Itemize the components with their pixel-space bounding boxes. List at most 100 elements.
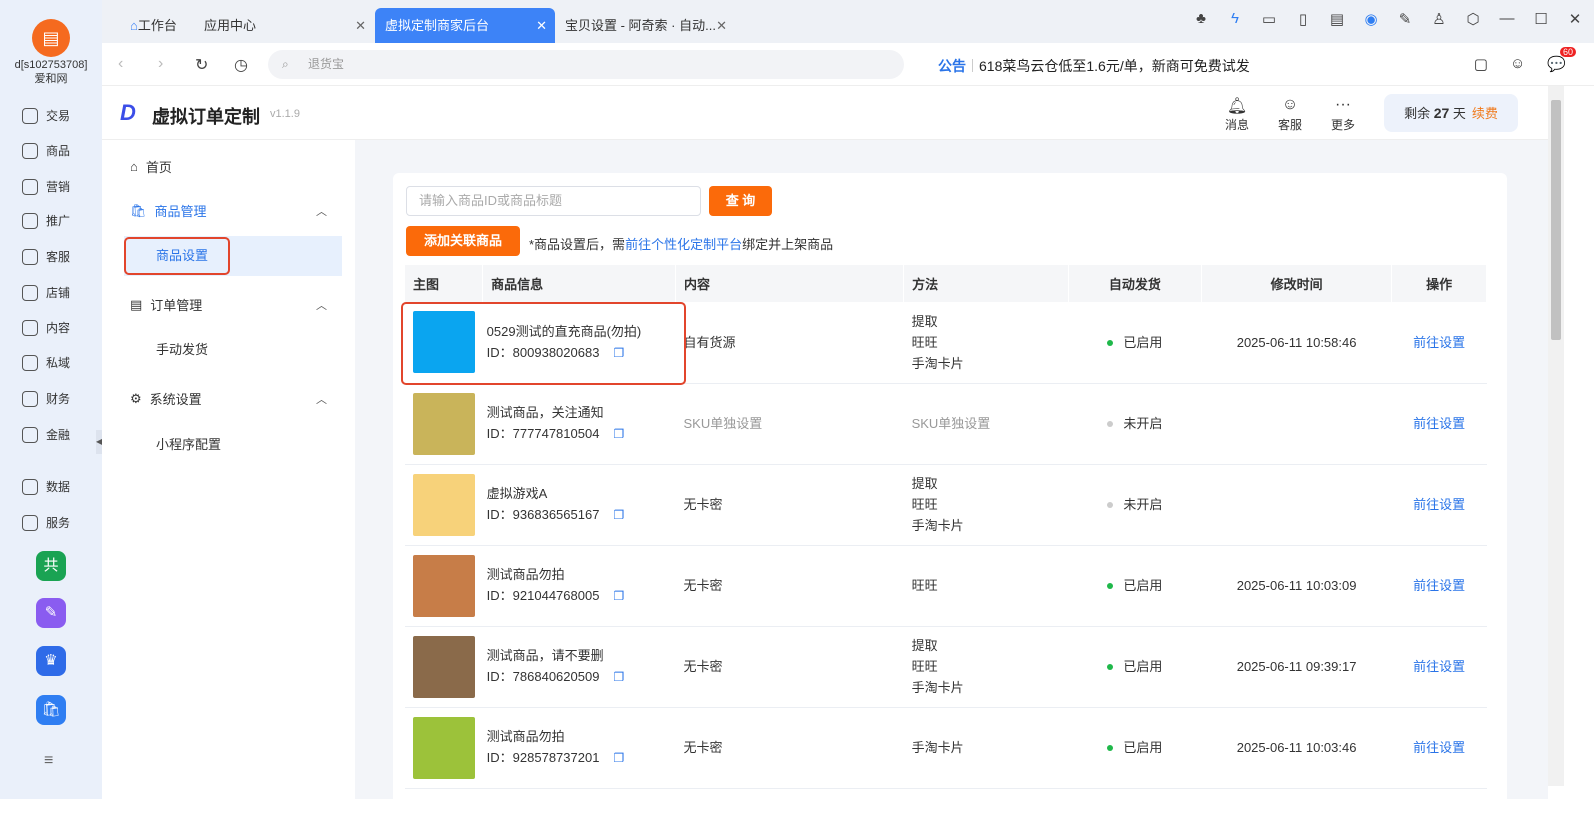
go-settings-link[interactable]: 前往设置 xyxy=(1413,659,1465,674)
auto-ship-status: 已启用 xyxy=(1068,707,1202,789)
shirt-icon[interactable]: ♙ xyxy=(1430,10,1448,28)
maximize-icon[interactable]: ☐ xyxy=(1532,10,1550,28)
product-image[interactable] xyxy=(413,554,475,617)
go-settings-link[interactable]: 前往设置 xyxy=(1413,497,1465,512)
tip-text: *商品设置后，需前往个性化定制平台绑定并上架商品 xyxy=(529,234,833,253)
shop-logo[interactable]: ▤ xyxy=(32,19,70,57)
product-image[interactable] xyxy=(413,635,475,698)
product-image[interactable] xyxy=(413,392,475,455)
nav-manual-ship[interactable]: 手动发货 xyxy=(124,330,342,370)
product-id: ID：921044768005 xyxy=(486,588,600,603)
go-settings-link[interactable]: 前往设置 xyxy=(1413,578,1465,593)
megaphone-icon xyxy=(22,178,38,195)
app-shortcut-icon[interactable]: ♛ xyxy=(36,646,66,676)
column-header: 修改时间 xyxy=(1201,265,1393,302)
sidebar-item[interactable]: 服务 xyxy=(22,514,70,531)
messages-button[interactable]: 🔔︎ 消息 xyxy=(1219,96,1255,133)
scrollbar-thumb[interactable] xyxy=(1551,100,1561,340)
go-settings-link[interactable]: 前往设置 xyxy=(1413,416,1465,431)
sidebar-item[interactable]: 内容 xyxy=(22,319,70,336)
refresh-icon[interactable]: ↻ xyxy=(195,55,208,75)
nav-sys-settings[interactable]: ⚙ 系统设置 ︿ xyxy=(130,389,340,408)
go-settings-link[interactable]: 前往设置 xyxy=(1413,335,1465,350)
sidebar-item[interactable]: 客服 xyxy=(22,248,70,265)
nav-order-mgmt[interactable]: ▤ 订单管理 ︿ xyxy=(130,295,340,314)
copy-icon[interactable]: ❐ xyxy=(613,751,624,765)
nav-goods-mgmt[interactable]: 🛍︎ 商品管理 ︿ xyxy=(130,201,340,220)
service-icon[interactable]: ☺ xyxy=(1510,55,1525,73)
sidebar-item[interactable]: 推广 xyxy=(22,212,70,229)
tab-app-center[interactable]: 应用中心 ✕ xyxy=(194,8,374,43)
history-icon[interactable]: ◷ xyxy=(234,55,248,75)
bag-icon: 🛍︎ xyxy=(130,202,147,218)
query-button[interactable]: 查 询 xyxy=(709,186,772,216)
avatar-icon[interactable]: ♣ xyxy=(1192,10,1210,28)
bag-icon xyxy=(22,142,38,159)
app-shortcut-icon[interactable]: 共 xyxy=(36,551,66,581)
app-shortcut-icon[interactable]: ✎ xyxy=(36,598,66,628)
column-header: 内容 xyxy=(675,265,905,302)
product-id: ID：786840620509 xyxy=(486,669,600,684)
phone-icon[interactable]: ▯ xyxy=(1294,10,1312,28)
device-icon[interactable]: ▭ xyxy=(1260,10,1278,28)
methods: 手淘卡片 xyxy=(903,707,1069,789)
methods: 提取 旺旺 手淘卡片 xyxy=(903,626,1069,708)
settings-icon[interactable]: ⬡ xyxy=(1464,10,1482,28)
content-type: 无卡密 xyxy=(675,707,904,789)
document-icon: ▤ xyxy=(130,296,143,312)
sidebar-item[interactable]: 私域 xyxy=(22,354,70,371)
search-input[interactable]: ⌕ 退货宝 xyxy=(268,50,904,79)
platform-link[interactable]: 前往个性化定制平台 xyxy=(625,237,742,252)
book-icon[interactable]: ▤ xyxy=(1328,10,1346,28)
close-icon[interactable]: ✕ xyxy=(355,8,366,43)
close-window-icon[interactable]: ✕ xyxy=(1566,10,1584,28)
goods-search-input[interactable]: 请输入商品ID或商品标题 xyxy=(406,186,701,216)
tab-virtual-admin[interactable]: 虚拟定制商家后台 ✕ xyxy=(375,8,555,43)
product-image[interactable] xyxy=(413,473,475,536)
modified-time xyxy=(1201,464,1392,546)
goods-card: 请输入商品ID或商品标题 查 询 添加关联商品 *商品设置后，需前往个性化定制平… xyxy=(393,173,1507,813)
back-icon[interactable]: ‹ xyxy=(118,55,123,73)
edit-icon[interactable]: ✎ xyxy=(1396,10,1414,28)
document-icon[interactable]: ▢ xyxy=(1474,55,1488,73)
tab-label: 宝贝设置 - 阿奇索 · 自动... xyxy=(565,18,716,33)
renew-link[interactable]: 续费 xyxy=(1472,106,1498,121)
status-dot xyxy=(1107,745,1114,751)
lightning-icon[interactable]: ϟ xyxy=(1226,10,1244,28)
product-image[interactable] xyxy=(413,716,475,779)
close-icon[interactable]: ✕ xyxy=(536,8,547,43)
copy-icon[interactable]: ❐ xyxy=(613,427,624,441)
menu-icon[interactable]: ≡ xyxy=(44,752,53,770)
copy-icon[interactable]: ❐ xyxy=(613,589,624,603)
sidebar-item[interactable]: 财务 xyxy=(22,390,70,407)
sidebar-item[interactable]: 金融 xyxy=(22,426,70,443)
notice[interactable]: 公告 618菜鸟云仓低至1.6元/单，新商可免费试发 xyxy=(938,56,1250,76)
close-icon[interactable]: ✕ xyxy=(716,8,727,43)
tab-workbench[interactable]: ⌂工作台 xyxy=(120,8,187,43)
scrollbar[interactable] xyxy=(1548,86,1564,786)
sidebar-item[interactable]: 营销 xyxy=(22,178,70,195)
service-button[interactable]: ☺ 客服 xyxy=(1272,96,1308,133)
nav-label: 订单管理 xyxy=(150,298,203,313)
nav-miniapp[interactable]: 小程序配置 xyxy=(124,425,342,465)
chat-icon[interactable]: 💬 60 xyxy=(1547,47,1576,73)
app-shortcut-icon[interactable]: 🛍 xyxy=(36,695,66,725)
broadcast-icon[interactable]: ◉ xyxy=(1362,10,1380,28)
sidebar-item[interactable]: 店铺 xyxy=(22,284,70,301)
nav-home[interactable]: ⌂ 首页 xyxy=(130,157,172,176)
forward-icon[interactable]: › xyxy=(158,55,163,73)
status-dot xyxy=(1107,339,1114,346)
add-goods-button[interactable]: 添加关联商品 xyxy=(406,226,520,256)
users-icon xyxy=(22,354,38,371)
sidebar-item[interactable]: 商品 xyxy=(22,142,70,159)
more-button[interactable]: ··· 更多 xyxy=(1325,96,1361,133)
minimize-icon[interactable]: — xyxy=(1498,10,1516,28)
copy-icon[interactable]: ❐ xyxy=(613,670,624,684)
go-settings-link[interactable]: 前往设置 xyxy=(1413,740,1465,755)
button-label: 更多 xyxy=(1330,118,1355,132)
tab-item-settings[interactable]: 宝贝设置 - 阿奇索 · 自动... ✕ xyxy=(555,8,735,43)
sidebar-item[interactable]: 数据 xyxy=(22,478,70,495)
copy-icon[interactable]: ❐ xyxy=(613,508,624,522)
sidebar-item[interactable]: 交易 xyxy=(22,107,70,124)
product-title: 测试商品，请不要删 xyxy=(486,648,604,663)
